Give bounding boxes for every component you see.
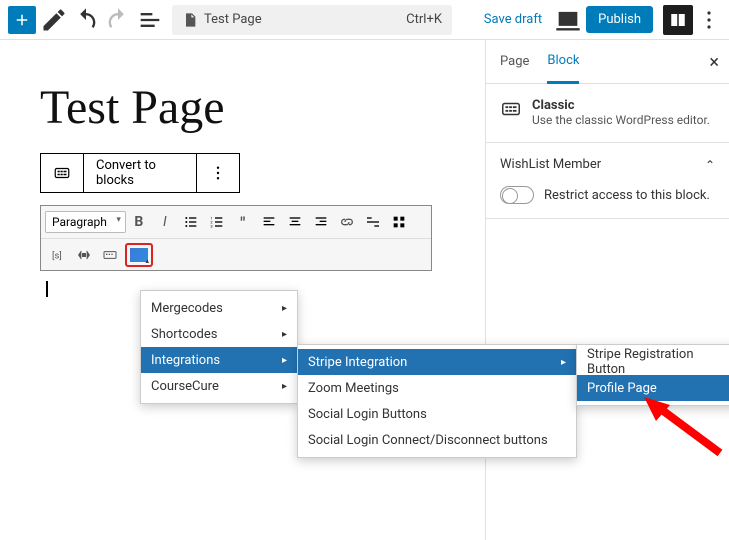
wlm-flyout-level2: Stripe Integration▸ Zoom Meetings Social… (297, 344, 577, 458)
align-center-button[interactable] (282, 209, 308, 235)
link-button[interactable] (334, 209, 360, 235)
edit-tool-button[interactable] (40, 6, 68, 34)
chevron-right-icon: ▸ (282, 355, 287, 366)
wlm-panel-title: WishList Member (500, 157, 601, 172)
menu-item-mergecodes[interactable]: Mergecodes▸ (141, 295, 297, 321)
menu-item-stripe-registration-button[interactable]: Stripe Registration Button (577, 349, 729, 375)
block-type-section: Classic Use the classic WordPress editor… (486, 84, 729, 143)
restrict-label: Restrict access to this block. (544, 188, 710, 203)
align-right-button[interactable] (308, 209, 334, 235)
classic-icon (500, 98, 522, 120)
settings-panel-toggle[interactable] (663, 5, 693, 35)
doc-outline-button[interactable] (136, 6, 164, 34)
wlm-panel[interactable]: WishList Member ⌃ Restrict access to thi… (486, 143, 729, 219)
more-options-button[interactable] (697, 5, 721, 35)
chevron-right-icon: ▸ (561, 357, 566, 368)
chevron-up-icon: ⌃ (705, 158, 715, 172)
doc-title: Test Page (204, 12, 262, 27)
read-more-button[interactable] (360, 209, 386, 235)
callout-arrow (640, 395, 729, 469)
preview-button[interactable] (554, 6, 582, 34)
page-title[interactable]: Test Page (40, 80, 445, 135)
block-type-name: Classic (532, 98, 710, 113)
block-toolbar: Convert to blocks (40, 153, 240, 193)
restrict-toggle[interactable] (500, 186, 534, 204)
mergecode-button[interactable] (71, 242, 97, 268)
editor-top-bar: Test Page Ctrl+K Save draft Publish (0, 0, 729, 40)
wlm-flyout-level1: Mergecodes▸ Shortcodes▸ Integrations▸ Co… (140, 290, 298, 404)
block-more-button[interactable] (197, 154, 239, 192)
publish-button[interactable]: Publish (586, 6, 653, 33)
convert-to-blocks-button[interactable]: Convert to blocks (84, 154, 197, 192)
chevron-right-icon: ▸ (282, 329, 287, 340)
blockquote-button[interactable]: " (230, 209, 256, 235)
tab-page[interactable]: Page (500, 40, 529, 84)
block-type-desc: Use the classic WordPress editor. (532, 113, 710, 127)
editor-body: Test Page Convert to blocks Paragraph B … (0, 40, 729, 540)
chevron-right-icon: ▸ (282, 381, 287, 392)
undo-button[interactable] (72, 6, 100, 34)
numbered-list-button[interactable]: 123 (204, 209, 230, 235)
close-sidebar-button[interactable]: × (709, 52, 719, 73)
menu-item-shortcodes[interactable]: Shortcodes▸ (141, 321, 297, 347)
doc-shortcut: Ctrl+K (406, 12, 442, 27)
wishlist-menu-button[interactable] (125, 243, 153, 267)
add-block-button[interactable] (8, 6, 36, 34)
tab-block[interactable]: Block (547, 40, 579, 84)
menu-item-coursecure[interactable]: CourseCure▸ (141, 373, 297, 399)
shortcode-button[interactable]: [s] (45, 242, 71, 268)
bold-button[interactable]: B (126, 209, 152, 235)
paragraph-select[interactable]: Paragraph (45, 211, 126, 233)
save-draft-link[interactable]: Save draft (484, 12, 542, 27)
menu-item-social-login-buttons[interactable]: Social Login Buttons (298, 401, 576, 427)
classic-editor-toolbar: Paragraph B I 123 " [s] (40, 205, 432, 271)
keyboard-button[interactable] (97, 242, 123, 268)
svg-text:[s]: [s] (52, 250, 62, 261)
menu-item-social-login-connect[interactable]: Social Login Connect/Disconnect buttons (298, 427, 576, 453)
toolbar-toggle-button[interactable] (386, 209, 412, 235)
menu-item-zoom-meetings[interactable]: Zoom Meetings (298, 375, 576, 401)
chevron-right-icon: ▸ (282, 303, 287, 314)
text-caret (46, 281, 48, 297)
classic-block-icon[interactable] (41, 154, 84, 192)
page-icon (182, 12, 198, 28)
document-switcher[interactable]: Test Page Ctrl+K (172, 5, 452, 35)
sidebar-tabs: Page Block × (486, 40, 729, 84)
redo-button[interactable] (104, 6, 132, 34)
menu-item-stripe-integration[interactable]: Stripe Integration▸ (298, 349, 576, 375)
svg-text:3: 3 (210, 223, 212, 228)
menu-item-integrations[interactable]: Integrations▸ (141, 347, 297, 373)
bulleted-list-button[interactable] (178, 209, 204, 235)
align-left-button[interactable] (256, 209, 282, 235)
italic-button[interactable]: I (152, 209, 178, 235)
